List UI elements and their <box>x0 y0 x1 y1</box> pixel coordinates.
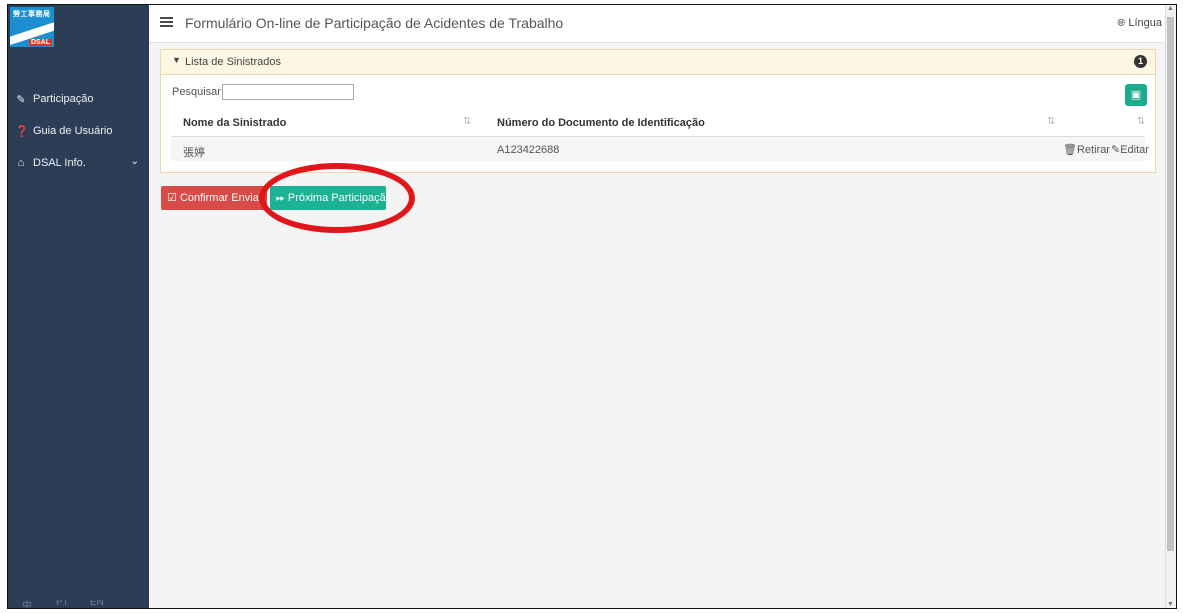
export-excel-button[interactable]: ▣ <box>1125 84 1147 106</box>
sort-icon[interactable]: ⇅ <box>1047 116 1055 127</box>
panel-title: Lista de Sinistrados <box>185 56 281 68</box>
language-menu[interactable]: 🌐︎ Língua <box>1117 17 1162 29</box>
sort-icon[interactable]: ⇅ <box>463 116 471 127</box>
cell-name: 張婷 <box>183 147 205 159</box>
search-label: Pesquisar: <box>172 86 224 98</box>
next-participation-button[interactable]: ⏩︎ Próxima Participação <box>270 186 392 210</box>
sort-icon[interactable]: ⇅ <box>1137 116 1145 127</box>
dsal-logo[interactable]: 勞工事務局 DSAL <box>10 7 54 47</box>
app-window: 勞工事務局 DSAL ✎ Participação ❓ Guia de Usuá… <box>7 4 1177 609</box>
language-label: Língua <box>1128 17 1162 29</box>
page-title: Formulário On-line de Participação de Ac… <box>185 15 564 31</box>
sidebar-item-guia[interactable]: ❓ Guia de Usuário <box>8 120 149 142</box>
sidebar-item-dsal-info[interactable]: ⌂ DSAL Info. ⌄ <box>8 152 149 174</box>
globe-icon: 🌐︎ <box>1117 18 1126 29</box>
sidebar-item-label: Participação <box>33 93 94 105</box>
count-badge: 1 <box>1134 55 1147 68</box>
pencil-icon: ✎ <box>1111 144 1121 156</box>
sidebar-item-participacao[interactable]: ✎ Participação <box>8 88 149 110</box>
sidebar: 勞工事務局 DSAL ✎ Participação ❓ Guia de Usuá… <box>8 5 149 608</box>
excel-icon: ▣ <box>1130 89 1142 101</box>
check-square-icon: ☑ <box>167 192 177 204</box>
table-row <box>171 137 1145 161</box>
question-circle-icon: ❓ <box>15 125 29 138</box>
edit-label: Editar <box>1120 144 1149 156</box>
panel-header[interactable]: ▼ Lista de Sinistrados 1 <box>161 50 1155 75</box>
vertical-scrollbar[interactable]: ▲ ▼ <box>1165 5 1176 608</box>
fast-forward-icon: ⏩︎ <box>276 192 285 204</box>
sidebar-item-label: DSAL Info. <box>33 157 86 169</box>
home-icon: ⌂ <box>17 157 25 169</box>
menu-toggle-icon[interactable] <box>160 17 173 28</box>
edit-button[interactable]: ✎Editar <box>1111 143 1149 156</box>
top-header: Formulário On-line de Participação de Ac… <box>149 5 1168 43</box>
remove-button[interactable]: 🗑︎Retirar <box>1063 143 1110 156</box>
remove-label: Retirar <box>1076 144 1110 156</box>
confirm-send-button[interactable]: ☑ Confirmar Enviar <box>161 186 267 210</box>
scroll-up-icon[interactable]: ▲ <box>1167 5 1174 12</box>
confirm-label: Confirmar Enviar <box>179 192 263 204</box>
caret-down-icon: ▼ <box>172 55 181 65</box>
column-header-name[interactable]: Nome da Sinistrado <box>183 117 286 129</box>
lang-zh[interactable]: 中 <box>22 600 32 608</box>
search-input[interactable] <box>222 84 354 100</box>
logo-brand: DSAL <box>28 39 52 46</box>
next-label: Próxima Participação <box>287 192 392 204</box>
chevron-down-icon: ⌄ <box>130 156 139 167</box>
edit-icon: ✎ <box>16 93 26 106</box>
sidebar-item-label: Guia de Usuário <box>33 125 113 137</box>
cell-document: A123422688 <box>497 144 560 156</box>
scroll-thumb[interactable] <box>1167 17 1174 551</box>
column-header-document[interactable]: Número do Documento de Identificação <box>497 117 705 129</box>
injured-list-panel: ▼ Lista de Sinistrados 1 Pesquisar: ▣ No… <box>160 49 1156 173</box>
trash-icon: 🗑︎ <box>1063 144 1077 156</box>
lang-pt[interactable]: PT <box>56 600 69 608</box>
logo-cn-text: 勞工事務局 <box>13 11 51 18</box>
lang-en[interactable]: EN <box>90 600 104 608</box>
scroll-down-icon[interactable]: ▼ <box>1167 601 1174 608</box>
language-switcher: 中 PT EN <box>8 600 149 608</box>
